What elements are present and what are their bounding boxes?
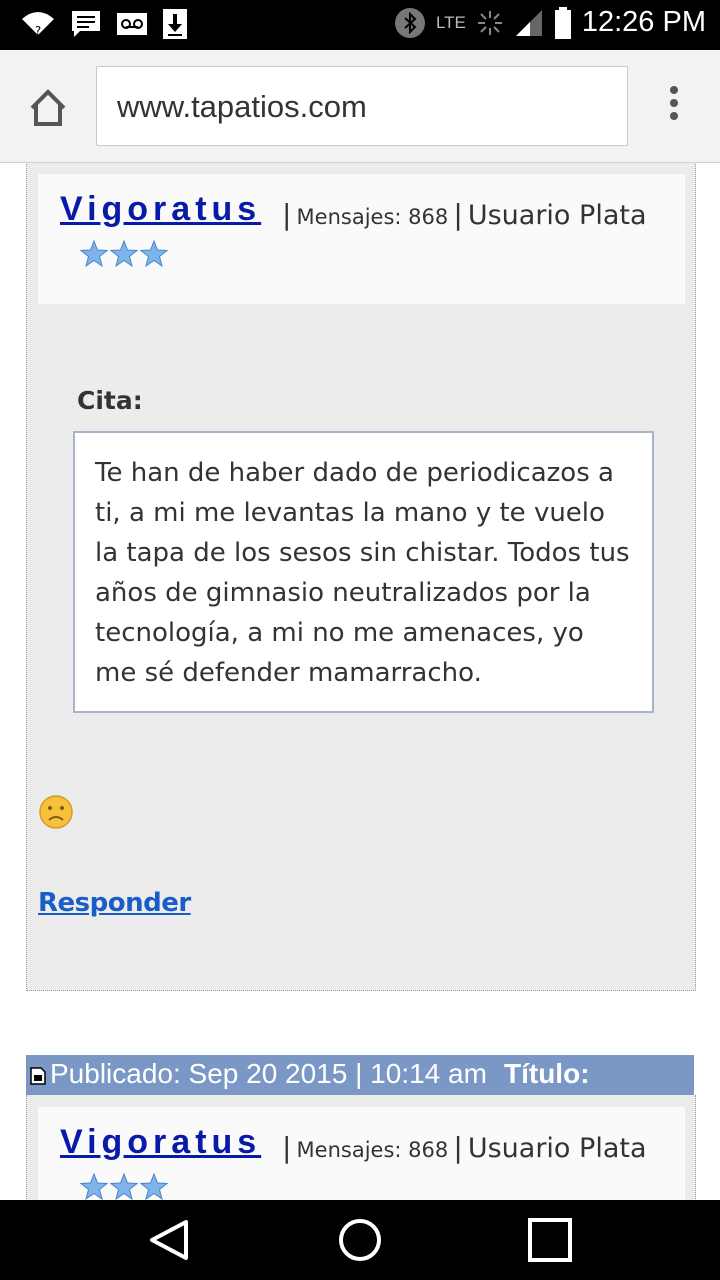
wifi-icon: ? (22, 12, 54, 38)
post-date: Publicado: Sep 20 2015 | 10:14 am (50, 1058, 487, 1089)
post-icon (30, 1067, 46, 1085)
bluetooth-icon (394, 7, 425, 38)
forum-post: Vigoratus | Mensajes: 868 | Usuario Plat… (26, 1095, 696, 1200)
recents-button[interactable] (526, 1216, 574, 1264)
user-card: Vigoratus | Mensajes: 868 | Usuario Plat… (38, 174, 685, 304)
back-button[interactable] (146, 1216, 194, 1264)
system-icons: LTE 12:26 PM (394, 6, 706, 39)
message-count: Mensajes: 868 (296, 1138, 449, 1162)
url-field[interactable]: www.tapatios.com (96, 66, 628, 146)
clock: 12:26 PM (581, 6, 706, 38)
voicemail-icon (117, 13, 147, 35)
menu-dot-icon (670, 99, 678, 107)
menu-dot-icon (670, 112, 678, 120)
home-nav-button[interactable] (336, 1216, 384, 1264)
reply-link[interactable]: Responder (38, 888, 191, 918)
sad-face-icon (39, 795, 73, 829)
user-meta: | Mensajes: 868 | Usuario Plata (282, 1131, 647, 1164)
username-link[interactable]: Vigoratus (60, 1123, 261, 1162)
circle-home-icon (339, 1219, 381, 1261)
home-icon (30, 89, 66, 126)
user-card: Vigoratus | Mensajes: 868 | Usuario Plat… (38, 1107, 685, 1200)
navigation-bar (0, 1200, 720, 1280)
quote-box: Te han de haber dado de periodicazos a t… (73, 431, 654, 713)
browser-toolbar: www.tapatios.com (0, 50, 720, 163)
post-header: Publicado: Sep 20 2015 | 10:14 am Título… (26, 1055, 694, 1095)
quote-label: Cita: (77, 386, 143, 415)
user-meta: | Mensajes: 868 | Usuario Plata (282, 198, 647, 231)
url-text: www.tapatios.com (117, 89, 367, 124)
data-activity-icon (477, 10, 502, 35)
rank-stars (80, 1173, 168, 1200)
download-icon (163, 9, 187, 39)
user-rank: Usuario Plata (467, 1133, 647, 1164)
star-icon (110, 240, 138, 268)
user-rank: Usuario Plata (467, 200, 647, 231)
message-icon (72, 11, 100, 37)
back-icon (150, 1220, 188, 1260)
post-title-label: Título: (504, 1058, 590, 1089)
username-link[interactable]: Vigoratus (60, 190, 261, 229)
overflow-menu-button[interactable] (664, 86, 684, 126)
svg-text:?: ? (35, 24, 41, 38)
home-button[interactable] (24, 84, 72, 132)
rank-stars (80, 240, 168, 268)
lte-label: LTE (435, 12, 466, 32)
star-icon (80, 240, 108, 268)
quote-text: Te han de haber dado de periodicazos a t… (95, 458, 630, 688)
page-content[interactable]: Vigoratus | Mensajes: 868 | Usuario Plat… (0, 163, 720, 1200)
signal-icon (515, 9, 542, 36)
menu-dot-icon (670, 86, 678, 94)
square-recents-icon (528, 1218, 572, 1262)
star-icon (140, 240, 168, 268)
star-icon (80, 1173, 108, 1200)
star-icon (140, 1173, 168, 1200)
forum-post: Vigoratus | Mensajes: 868 | Usuario Plat… (26, 163, 696, 991)
status-bar: ? LTE 12:26 PM (0, 0, 720, 50)
message-count: Mensajes: 868 (296, 205, 449, 229)
star-icon (110, 1173, 138, 1200)
battery-icon (554, 6, 571, 39)
notification-icons: ? (20, 8, 188, 40)
